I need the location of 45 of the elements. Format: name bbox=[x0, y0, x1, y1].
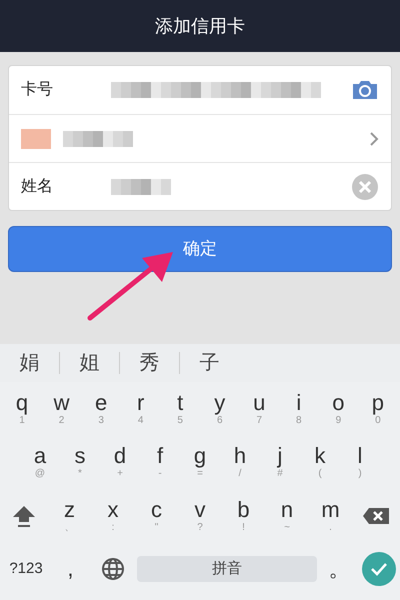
bank-logo-icon bbox=[21, 128, 51, 148]
key[interactable]: 。 bbox=[322, 558, 358, 580]
key[interactable]: e 3 bbox=[83, 392, 120, 426]
blurred-value bbox=[111, 178, 171, 194]
check-icon bbox=[370, 562, 388, 576]
chevron-right-icon[interactable] bbox=[369, 130, 379, 146]
blurred-value bbox=[63, 130, 133, 146]
key[interactable]: f - bbox=[142, 445, 178, 480]
confirm-button[interactable]: 确定 bbox=[8, 226, 392, 272]
key[interactable]: j # bbox=[262, 445, 298, 480]
field-label: 卡号 bbox=[21, 80, 54, 100]
enter-key[interactable] bbox=[362, 552, 396, 586]
key[interactable]: n ~ bbox=[269, 498, 305, 533]
key[interactable]: k ( bbox=[302, 445, 338, 480]
key[interactable]: p 0 bbox=[360, 392, 396, 426]
key[interactable]: t 5 bbox=[162, 392, 198, 426]
key[interactable]: c " bbox=[138, 498, 174, 533]
key[interactable]: d + bbox=[102, 445, 138, 480]
page-title: 添加信用卡 bbox=[155, 14, 245, 38]
candidate-word[interactable]: 子 bbox=[180, 348, 239, 378]
key[interactable]: ?123 bbox=[4, 558, 48, 580]
space-key[interactable]: 拼音 bbox=[137, 556, 318, 582]
key[interactable]: z 、 bbox=[52, 498, 88, 533]
key[interactable]: q 1 bbox=[4, 392, 40, 426]
key[interactable]: g = bbox=[182, 445, 218, 480]
camera-icon[interactable] bbox=[351, 79, 379, 101]
key[interactable]: s * bbox=[62, 445, 98, 480]
key[interactable]: v ? bbox=[182, 498, 218, 533]
key[interactable]: l ) bbox=[342, 445, 378, 480]
key[interactable]: a @ bbox=[22, 445, 58, 480]
key[interactable]: u 7 bbox=[241, 392, 278, 426]
key[interactable]: m . bbox=[312, 498, 348, 533]
field-label: 姓名 bbox=[21, 176, 54, 196]
key[interactable]: h / bbox=[222, 445, 258, 480]
key[interactable]: y 6 bbox=[202, 392, 238, 426]
key[interactable]: r 4 bbox=[122, 392, 159, 426]
candidate-word[interactable]: 娟 bbox=[0, 348, 59, 378]
key[interactable]: o 9 bbox=[320, 392, 356, 426]
key[interactable]: , bbox=[52, 558, 88, 580]
key[interactable]: b ! bbox=[226, 498, 262, 533]
candidate-word[interactable]: 秀 bbox=[120, 348, 179, 378]
key[interactable]: w 2 bbox=[44, 392, 80, 426]
key[interactable]: i 8 bbox=[280, 392, 317, 426]
candidate-word[interactable]: 姐 bbox=[60, 348, 119, 378]
key[interactable]: x : bbox=[95, 498, 131, 533]
